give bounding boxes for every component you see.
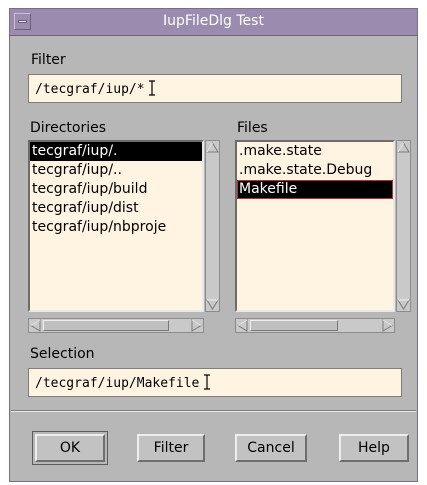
arrow-down-icon[interactable] (397, 298, 410, 311)
files-scroll-thumb[interactable] (250, 320, 338, 331)
list-item[interactable]: tecgraf/iup/dist (30, 199, 202, 218)
list-item[interactable]: tecgraf/iup/nbproje (30, 218, 202, 237)
ibeam-cursor-icon (149, 80, 156, 96)
window-title: IupFileDlg Test (163, 13, 264, 29)
files-vertical-scrollbar[interactable] (396, 140, 411, 312)
arrow-up-icon[interactable] (397, 141, 410, 154)
list-item[interactable]: tecgraf/iup/.. (30, 161, 202, 180)
selection-input-value: /tecgraf/iup/Makefile (35, 376, 200, 391)
arrow-left-icon[interactable] (236, 319, 249, 332)
help-button[interactable]: Help (339, 434, 409, 462)
arrow-up-icon[interactable] (206, 141, 219, 154)
filter-input-value: /tecgraf/iup/* (35, 82, 145, 97)
list-item[interactable]: tecgraf/iup/. (30, 142, 202, 161)
filter-input[interactable]: /tecgraf/iup/* (28, 74, 402, 103)
files-label: Files (237, 120, 268, 136)
filter-label: Filter (31, 52, 66, 68)
list-item[interactable]: Makefile (237, 180, 393, 199)
ibeam-cursor-icon (204, 374, 211, 390)
list-item[interactable]: tecgraf/iup/build (30, 180, 202, 199)
directories-horizontal-scrollbar[interactable] (28, 318, 204, 333)
files-list[interactable]: .make.state .make.state.Debug Makefile (235, 140, 395, 312)
file-dialog-window: IupFileDlg Test Filter /tecgraf/iup/* Di… (9, 8, 418, 482)
list-item[interactable]: .make.state (237, 142, 393, 161)
title-bar[interactable]: IupFileDlg Test (10, 9, 417, 36)
files-horizontal-scrollbar[interactable] (235, 318, 395, 333)
list-item[interactable]: .make.state.Debug (237, 161, 393, 180)
directories-scroll-thumb[interactable] (43, 320, 169, 331)
button-separator (11, 410, 416, 412)
arrow-down-icon[interactable] (206, 298, 219, 311)
filter-button[interactable]: Filter (137, 434, 205, 462)
selection-input[interactable]: /tecgraf/iup/Makefile (28, 368, 402, 397)
cancel-button[interactable]: Cancel (235, 434, 307, 462)
arrow-left-icon[interactable] (29, 319, 42, 332)
arrow-right-icon[interactable] (190, 319, 203, 332)
selection-label: Selection (30, 346, 95, 362)
directories-list[interactable]: tecgraf/iup/. tecgraf/iup/.. tecgraf/iup… (28, 140, 204, 312)
arrow-right-icon[interactable] (381, 319, 394, 332)
ok-button[interactable]: OK (35, 434, 105, 462)
directories-vertical-scrollbar[interactable] (205, 140, 220, 312)
directories-label: Directories (30, 120, 107, 136)
